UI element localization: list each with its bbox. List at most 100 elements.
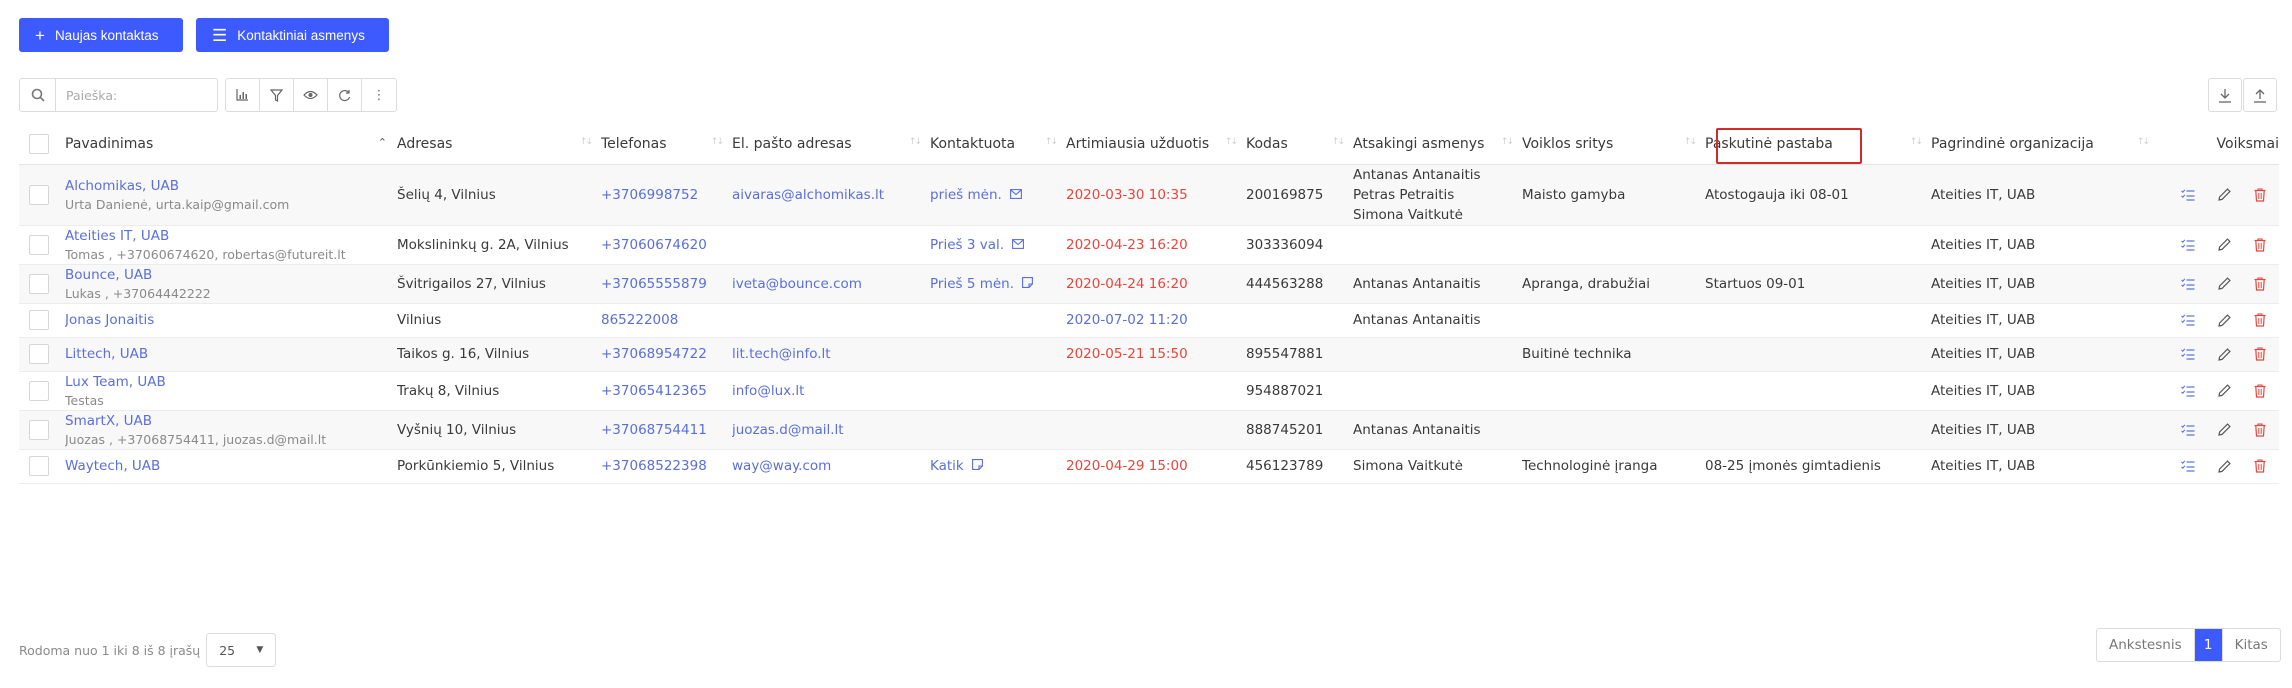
phone-link[interactable]: +3706998752 — [601, 187, 698, 203]
row-checkbox[interactable] — [29, 419, 49, 440]
header-email[interactable]: El. pašto adresas ↑↓ — [732, 125, 930, 165]
table-row[interactable]: Bounce, UAB Lukas , +37064442222 Švitrig… — [19, 264, 2279, 304]
tasks-list-icon[interactable] — [2179, 345, 2197, 363]
edit-pencil-icon[interactable] — [2215, 236, 2233, 254]
phone-link[interactable]: +37068954722 — [601, 346, 707, 362]
contact-name-link[interactable]: Jonas Jonaitis — [65, 312, 154, 328]
phone-link[interactable]: +37068754411 — [601, 422, 707, 438]
edit-pencil-icon[interactable] — [2215, 345, 2233, 363]
page-size-select[interactable]: 25 ▼ — [206, 633, 277, 667]
edit-pencil-icon[interactable] — [2215, 382, 2233, 400]
eye-icon[interactable] — [294, 79, 328, 111]
tasks-list-icon[interactable] — [2179, 186, 2197, 204]
search-input[interactable] — [56, 79, 216, 111]
next-page-button[interactable]: Kitas — [2223, 629, 2280, 661]
header-phone[interactable]: Telefonas ↑↓ — [601, 125, 732, 165]
task-datetime[interactable]: 2020-07-02 11:20 — [1066, 312, 1188, 328]
delete-trash-icon[interactable] — [2251, 345, 2269, 363]
chart-icon[interactable] — [226, 79, 260, 111]
delete-trash-icon[interactable] — [2251, 275, 2269, 293]
prev-page-button[interactable]: Ankstesnis — [2097, 629, 2195, 661]
row-checkbox[interactable] — [29, 310, 49, 330]
row-checkbox[interactable] — [29, 273, 49, 294]
table-row[interactable]: Alchomikas, UAB Urta Danienė, urta.kaip@… — [19, 164, 2279, 226]
phone-link[interactable]: 865222008 — [601, 312, 678, 328]
phone-link[interactable]: +37060674620 — [601, 237, 707, 253]
task-datetime[interactable]: 2020-05-21 15:50 — [1066, 346, 1188, 362]
more-vertical-icon[interactable]: ⋮ — [362, 79, 396, 111]
contacted-link[interactable]: Prieš 3 val. — [930, 237, 1004, 253]
header-contacted[interactable]: Kontaktuota ↑↓ — [930, 125, 1066, 165]
row-checkbox[interactable] — [29, 344, 49, 364]
delete-trash-icon[interactable] — [2251, 421, 2269, 439]
contacted-link[interactable]: Katik — [930, 458, 964, 474]
contact-name-link[interactable]: Littech, UAB — [65, 346, 148, 362]
table-row[interactable]: SmartX, UAB Juozas , +37068754411, juoza… — [19, 410, 2279, 450]
row-checkbox[interactable] — [29, 184, 49, 205]
email-link[interactable]: lit.tech@info.lt — [732, 346, 831, 362]
table-row[interactable]: Jonas Jonaitis Vilnius 865222008 2020-07… — [19, 303, 2279, 338]
contact-persons-button[interactable]: ☰ Kontaktiniai asmenys — [196, 18, 389, 52]
edit-pencil-icon[interactable] — [2215, 275, 2233, 293]
email-link[interactable]: way@way.com — [732, 458, 831, 474]
row-checkbox[interactable] — [29, 380, 49, 401]
task-datetime[interactable]: 2020-04-29 15:00 — [1066, 458, 1188, 474]
header-name[interactable]: Pavadinimas ⌃ — [65, 125, 397, 165]
phone-link[interactable]: +37068522398 — [601, 458, 707, 474]
header-select-all[interactable] — [19, 125, 65, 165]
task-datetime[interactable]: 2020-04-23 16:20 — [1066, 237, 1188, 253]
header-last-note[interactable]: Paskutinė pastaba ↑↓ — [1705, 125, 1931, 165]
contact-name-link[interactable]: SmartX, UAB — [65, 413, 152, 429]
tasks-list-icon[interactable] — [2179, 236, 2197, 254]
table-row[interactable]: Lux Team, UAB Testas Trakų 8, Vilnius +3… — [19, 371, 2279, 411]
refresh-icon[interactable] — [328, 79, 362, 111]
row-checkbox[interactable] — [29, 456, 49, 476]
table-row[interactable]: Waytech, UAB Porkūnkiemio 5, Vilnius +37… — [19, 449, 2279, 484]
tasks-list-icon[interactable] — [2179, 421, 2197, 439]
header-code[interactable]: Kodas ↑↓ — [1246, 125, 1353, 165]
email-link[interactable]: juozas.d@mail.lt — [732, 422, 844, 438]
phone-link[interactable]: +37065412365 — [601, 383, 707, 399]
tasks-list-icon[interactable] — [2179, 382, 2197, 400]
contact-name-link[interactable]: Waytech, UAB — [65, 458, 160, 474]
phone-link[interactable]: +37065555879 — [601, 276, 707, 292]
header-nearest-task[interactable]: Artimiausia užduotis ↑↓ — [1066, 125, 1246, 165]
filter-icon[interactable] — [260, 79, 294, 111]
select-all-checkbox[interactable] — [29, 134, 49, 155]
contact-name-link[interactable]: Bounce, UAB — [65, 267, 152, 283]
download-icon[interactable] — [2208, 78, 2242, 112]
tasks-list-icon[interactable] — [2179, 457, 2197, 475]
table-row[interactable]: Ateities IT, UAB Tomas , +37060674620, r… — [19, 225, 2279, 265]
search-icon[interactable] — [20, 79, 56, 111]
tasks-list-icon[interactable] — [2179, 311, 2197, 329]
contacted-link[interactable]: Prieš 5 mėn. — [930, 276, 1014, 292]
table-row[interactable]: Littech, UAB Taikos g. 16, Vilnius +3706… — [19, 337, 2279, 372]
contact-name-link[interactable]: Lux Team, UAB — [65, 374, 166, 390]
task-datetime[interactable]: 2020-03-30 10:35 — [1066, 187, 1188, 203]
header-field[interactable]: Voiklos sritys ↑↓ — [1522, 125, 1705, 165]
email-link[interactable]: aivaras@alchomikas.lt — [732, 187, 884, 203]
delete-trash-icon[interactable] — [2251, 186, 2269, 204]
delete-trash-icon[interactable] — [2251, 457, 2269, 475]
contact-name-link[interactable]: Ateities IT, UAB — [65, 228, 169, 244]
edit-pencil-icon[interactable] — [2215, 457, 2233, 475]
header-responsible[interactable]: Atsakingi asmenys ↑↓ — [1353, 125, 1522, 165]
edit-pencil-icon[interactable] — [2215, 311, 2233, 329]
header-address[interactable]: Adresas ↑↓ — [397, 125, 601, 165]
delete-trash-icon[interactable] — [2251, 311, 2269, 329]
task-datetime[interactable]: 2020-04-24 16:20 — [1066, 276, 1188, 292]
header-main-org[interactable]: Pagrindinė organizacija ↑↓ — [1931, 125, 2158, 165]
delete-trash-icon[interactable] — [2251, 236, 2269, 254]
tasks-list-icon[interactable] — [2179, 275, 2197, 293]
edit-pencil-icon[interactable] — [2215, 186, 2233, 204]
row-checkbox[interactable] — [29, 234, 49, 255]
edit-pencil-icon[interactable] — [2215, 421, 2233, 439]
page-button-1[interactable]: 1 — [2194, 629, 2223, 661]
delete-trash-icon[interactable] — [2251, 382, 2269, 400]
email-link[interactable]: iveta@bounce.com — [732, 276, 862, 292]
upload-icon[interactable] — [2243, 78, 2277, 112]
new-contact-button[interactable]: + Naujas kontaktas — [19, 18, 183, 52]
email-link[interactable]: info@lux.lt — [732, 383, 804, 399]
contact-name-link[interactable]: Alchomikas, UAB — [65, 178, 179, 194]
contacted-link[interactable]: prieš mėn. — [930, 187, 1002, 203]
